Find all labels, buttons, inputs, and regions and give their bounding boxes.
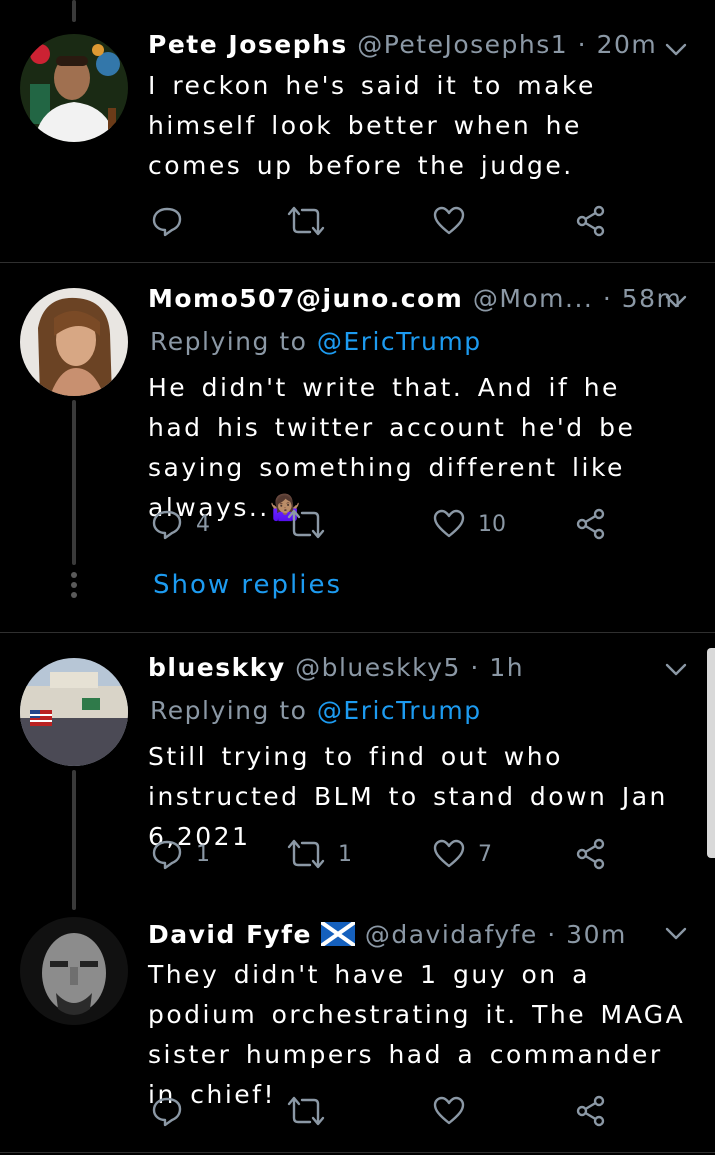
avatar[interactable] xyxy=(20,658,128,766)
handle[interactable]: @blueskky5 xyxy=(295,653,461,682)
retweet-button[interactable] xyxy=(286,502,338,546)
reply-count: 4 xyxy=(196,511,210,537)
thread-line-momo xyxy=(72,400,76,565)
retweet-icon xyxy=(286,1094,326,1128)
handle[interactable]: @PeteJosephs1 xyxy=(357,30,568,59)
display-name[interactable]: blueskky xyxy=(148,653,286,682)
retweet-button[interactable] xyxy=(286,199,338,243)
reply-icon xyxy=(150,507,184,541)
reply-count: 1 xyxy=(196,841,210,867)
timestamp[interactable]: 30m xyxy=(566,920,627,949)
tweet-actions xyxy=(150,1089,620,1133)
share-button[interactable] xyxy=(574,832,608,876)
divider xyxy=(0,632,715,633)
replying-to: Replying to @EricTrump xyxy=(150,327,482,356)
mention-link[interactable]: @EricTrump xyxy=(317,696,482,725)
separator: · xyxy=(602,284,613,313)
timestamp[interactable]: 20m xyxy=(597,30,658,59)
like-button[interactable] xyxy=(432,199,478,243)
retweet-icon xyxy=(286,507,326,541)
divider xyxy=(0,1152,715,1153)
chevron-down-icon[interactable] xyxy=(663,288,689,314)
reply-icon xyxy=(150,204,184,238)
thread-line-top xyxy=(72,0,76,22)
display-name[interactable]: Momo507@juno.com xyxy=(148,284,463,313)
reply-button[interactable]: 4 xyxy=(150,502,210,546)
retweet-icon xyxy=(286,204,326,238)
like-icon xyxy=(432,1094,466,1128)
avatar[interactable] xyxy=(20,917,128,1025)
like-button[interactable] xyxy=(432,1089,478,1133)
replying-to: Replying to @EricTrump xyxy=(150,696,482,725)
retweet-button[interactable]: 1 xyxy=(286,832,352,876)
divider xyxy=(0,262,715,263)
like-button[interactable]: 10 xyxy=(432,502,506,546)
reply-icon xyxy=(150,1094,184,1128)
avatar[interactable] xyxy=(20,34,128,142)
like-icon xyxy=(432,507,466,541)
share-button[interactable] xyxy=(574,199,608,243)
like-count: 10 xyxy=(478,511,506,537)
share-icon xyxy=(574,204,608,238)
handle[interactable]: @Mom... xyxy=(473,284,594,313)
share-button[interactable] xyxy=(574,502,608,546)
separator: · xyxy=(577,30,588,59)
show-replies-link[interactable]: Show replies xyxy=(153,570,342,600)
tweet-actions: 1 1 7 xyxy=(150,832,620,876)
tweet-header: Pete Josephs @PeteJosephs1 · 20m xyxy=(148,30,657,60)
like-icon xyxy=(432,837,466,871)
share-button[interactable] xyxy=(574,1089,608,1133)
thread-line-blueskky xyxy=(72,770,76,910)
reply-button[interactable] xyxy=(150,1089,196,1133)
retweet-button[interactable] xyxy=(286,1089,338,1133)
mention-link[interactable]: @EricTrump xyxy=(317,327,482,356)
tweet-header: David Fyfe @davidafyfe · 30m xyxy=(148,920,627,953)
timestamp[interactable]: 1h xyxy=(489,653,524,682)
replying-to-label: Replying to xyxy=(150,696,308,725)
thread-dots xyxy=(70,572,78,602)
handle[interactable]: @davidafyfe xyxy=(365,920,538,949)
chevron-down-icon[interactable] xyxy=(663,920,689,946)
share-icon xyxy=(574,507,608,541)
like-button[interactable]: 7 xyxy=(432,832,492,876)
chevron-down-icon[interactable] xyxy=(663,36,689,62)
display-name[interactable]: Pete Josephs xyxy=(148,30,348,59)
scrollbar[interactable] xyxy=(707,648,715,858)
like-count: 7 xyxy=(478,841,492,867)
reply-button[interactable] xyxy=(150,199,196,243)
replying-to-label: Replying to xyxy=(150,327,308,356)
tweet-header: Momo507@juno.com @Mom... · 58m xyxy=(148,284,682,314)
reply-icon xyxy=(150,837,184,871)
tweet-actions xyxy=(150,199,620,243)
separator: · xyxy=(547,920,557,949)
retweet-count: 1 xyxy=(338,841,352,867)
avatar[interactable] xyxy=(20,288,128,396)
share-icon xyxy=(574,837,608,871)
tweet-text: I reckon he's said it to make himself lo… xyxy=(148,71,596,180)
scotland-flag-icon xyxy=(320,920,357,953)
like-icon xyxy=(432,204,466,238)
share-icon xyxy=(574,1094,608,1128)
tweet-actions: 4 10 xyxy=(150,502,620,546)
retweet-icon xyxy=(286,837,326,871)
separator: · xyxy=(470,653,480,682)
chevron-down-icon[interactable] xyxy=(663,656,689,682)
reply-button[interactable]: 1 xyxy=(150,832,210,876)
display-name[interactable]: David Fyfe xyxy=(148,920,312,949)
tweet-header: blueskky @blueskky5 · 1h xyxy=(148,653,524,683)
